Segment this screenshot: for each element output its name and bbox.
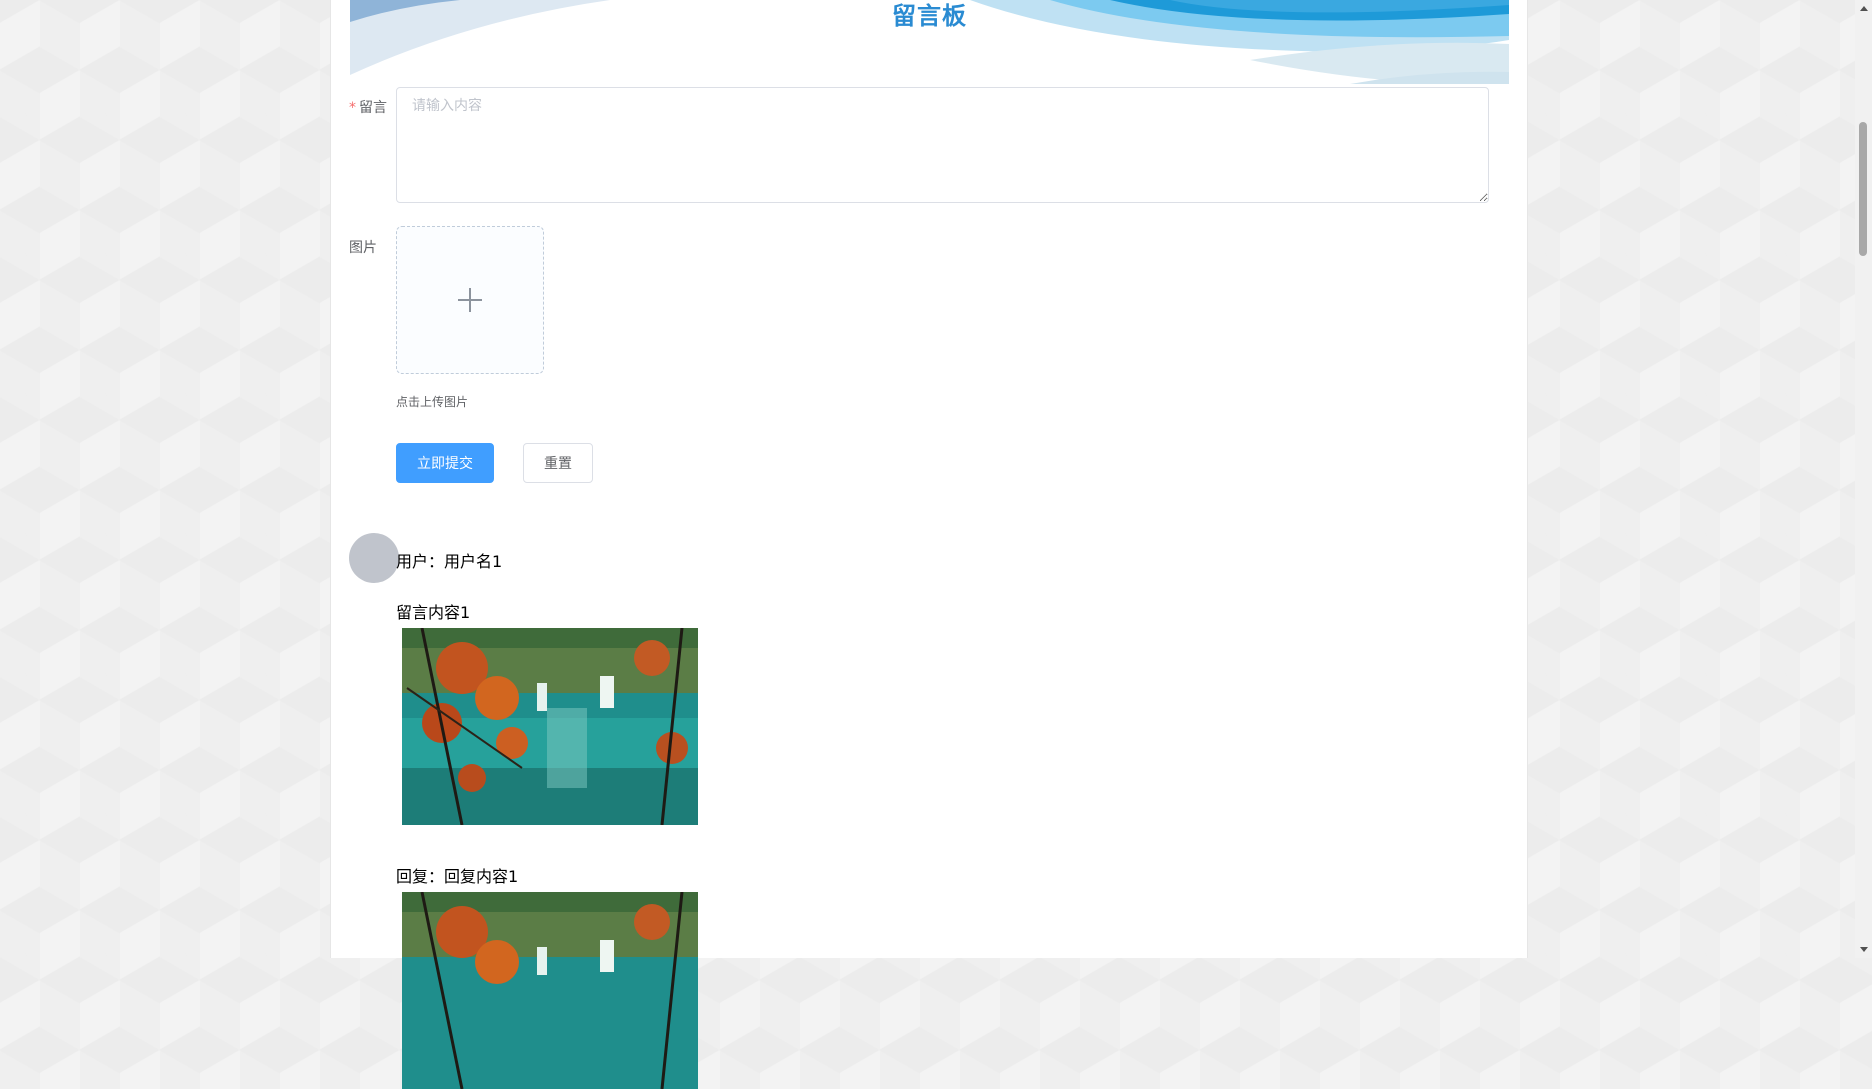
triangle-up-icon: [1859, 6, 1868, 11]
message-user: 用户：用户名1: [396, 552, 503, 571]
message-content: 留言内容1: [396, 603, 471, 622]
required-mark: *: [349, 100, 356, 116]
plus-icon: [458, 288, 482, 312]
banner: 留言板: [350, 0, 1509, 84]
image-upload-button[interactable]: [396, 226, 544, 374]
submit-button[interactable]: 立即提交: [396, 443, 494, 483]
reply-image: [402, 892, 698, 1089]
scroll-down-button[interactable]: [1855, 941, 1872, 958]
reset-button[interactable]: 重置: [523, 443, 593, 483]
scroll-up-button[interactable]: [1855, 0, 1872, 17]
image-label: 图片: [349, 240, 377, 256]
vertical-scrollbar[interactable]: [1855, 0, 1872, 958]
reply-content: 回复：回复内容1: [396, 867, 519, 886]
message-label-text: 留言: [359, 100, 387, 116]
page-title: 留言板: [892, 2, 967, 30]
avatar: [349, 533, 399, 583]
message-textarea[interactable]: [396, 87, 1489, 203]
scrollbar-thumb[interactable]: [1859, 122, 1867, 256]
message-image: [402, 628, 698, 825]
upload-tip: 点击上传图片: [396, 395, 469, 409]
triangle-down-icon: [1859, 947, 1868, 952]
message-label: * 留言: [349, 97, 387, 117]
